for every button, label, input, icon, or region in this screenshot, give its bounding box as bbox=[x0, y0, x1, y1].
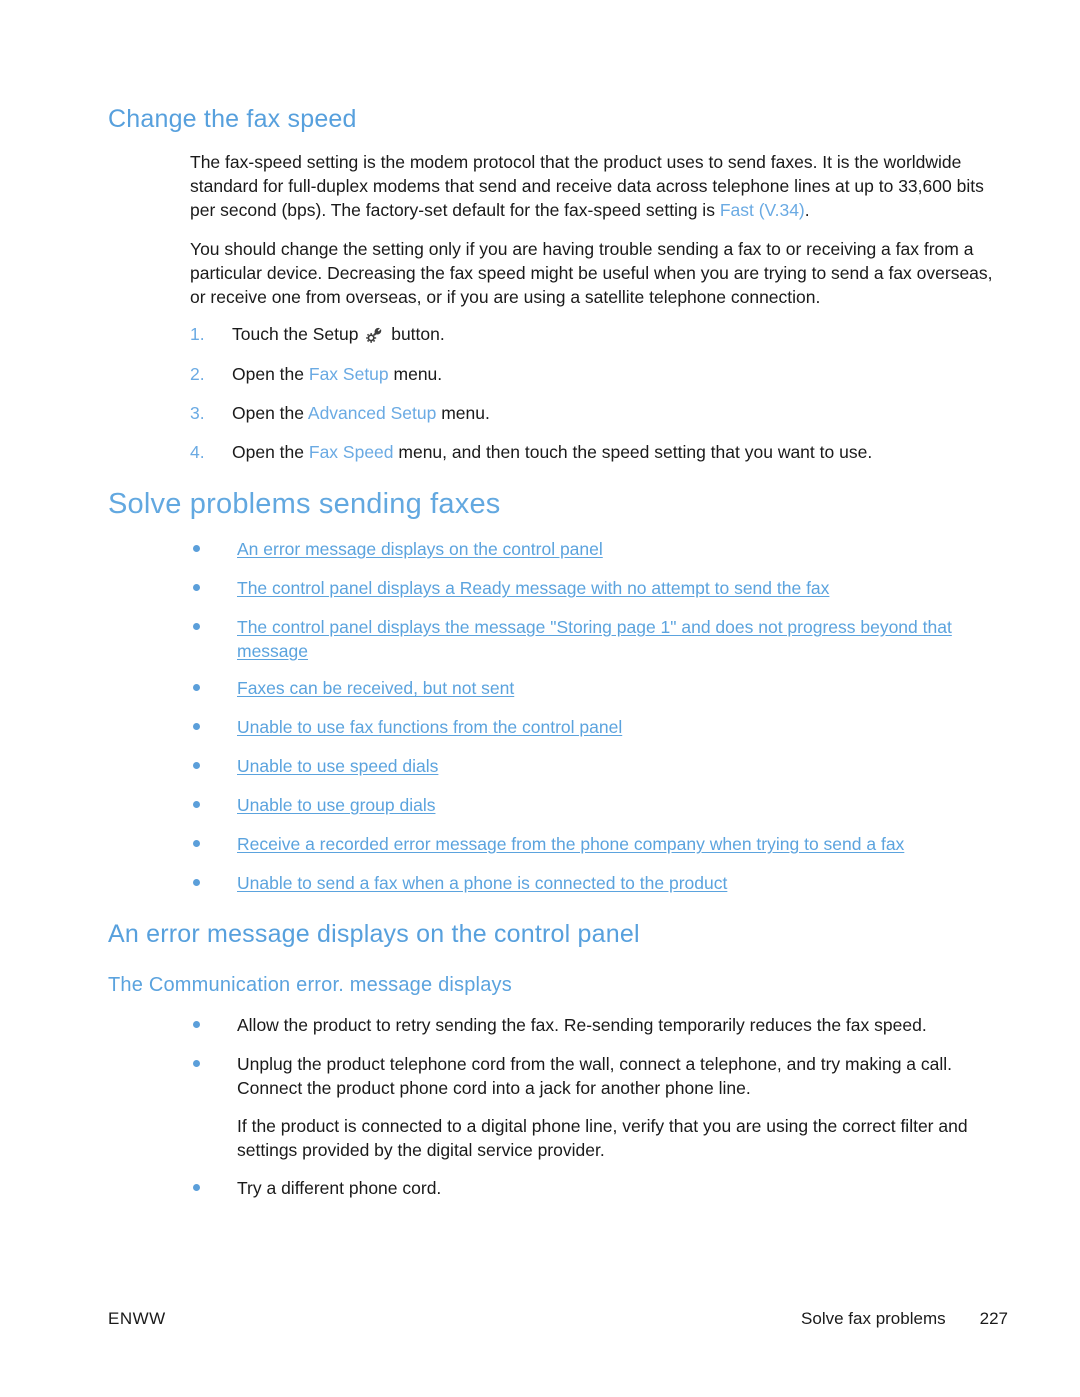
step-number-1: 1. bbox=[190, 324, 205, 344]
subsubsection-heading-communication-error: The Communication error. message display… bbox=[108, 974, 512, 996]
step-2-text-before: Open the bbox=[232, 364, 309, 384]
bullet-dot-icon bbox=[193, 545, 200, 552]
setup-wrench-gear-icon bbox=[365, 326, 384, 344]
toc-list-item[interactable]: Unable to send a fax when a phone is con… bbox=[190, 871, 980, 895]
bullet-dot-icon bbox=[193, 1021, 200, 1028]
step-number-4: 4. bbox=[190, 442, 205, 462]
troubleshoot-list-item: Allow the product to retry sending the f… bbox=[190, 1013, 980, 1037]
step-4-text-after: menu, and then touch the speed setting t… bbox=[393, 442, 873, 462]
menu-name-advanced-setup: Advanced Setup bbox=[307, 403, 437, 423]
step-1-text-before: Touch the Setup bbox=[232, 324, 364, 344]
section-heading-change-fax-speed: Change the fax speed bbox=[108, 105, 357, 133]
toc-link-recorded-error-message[interactable]: Receive a recorded error message from th… bbox=[237, 834, 904, 854]
toc-list-item[interactable]: The control panel displays the message "… bbox=[190, 615, 980, 663]
intro-paragraph-1-text: The fax-speed setting is the modem proto… bbox=[190, 152, 984, 220]
page-title-solve-problems-sending-faxes: Solve problems sending faxes bbox=[108, 488, 501, 520]
step-4-text-before: Open the bbox=[232, 442, 309, 462]
bullet-dot-icon bbox=[193, 762, 200, 769]
bullet-dot-icon bbox=[193, 1184, 200, 1191]
toc-list-item[interactable]: Receive a recorded error message from th… bbox=[190, 832, 980, 856]
footer-section-label: Solve fax problems bbox=[801, 1309, 946, 1328]
intro-paragraph-2: You should change the setting only if yo… bbox=[190, 239, 993, 307]
bullet-dot-icon bbox=[193, 684, 200, 691]
toc-link-error-message-control-panel[interactable]: An error message displays on the control… bbox=[237, 539, 603, 559]
troubleshoot-bullet-unplug-cord: Unplug the product telephone cord from t… bbox=[237, 1054, 953, 1098]
intro-paragraph-1-period: . bbox=[804, 200, 810, 220]
bullet-dot-icon bbox=[193, 879, 200, 886]
toc-list-item[interactable]: Faxes can be received, but not sent bbox=[190, 676, 980, 700]
toc-link-faxes-received-not-sent[interactable]: Faxes can be received, but not sent bbox=[237, 678, 514, 698]
menu-name-fax-speed: Fax Speed bbox=[308, 442, 394, 462]
intro-paragraph-1: The fax-speed setting is the modem proto… bbox=[190, 150, 995, 222]
toc-link-unable-speed-dials[interactable]: Unable to use speed dials bbox=[237, 756, 438, 776]
bullet-dot-icon bbox=[193, 840, 200, 847]
toc-link-unable-group-dials[interactable]: Unable to use group dials bbox=[237, 795, 435, 815]
footer-right-group: Solve fax problems 227 bbox=[801, 1309, 1008, 1329]
toc-list-item[interactable]: The control panel displays a Ready messa… bbox=[190, 576, 980, 600]
bullet-dot-icon bbox=[193, 1060, 200, 1067]
troubleshoot-list-item: Unplug the product telephone cord from t… bbox=[190, 1052, 980, 1100]
bullet-dot-icon bbox=[193, 623, 200, 630]
troubleshoot-list-item: Try a different phone cord. bbox=[190, 1176, 980, 1200]
troubleshoot-bullet-different-cord: Try a different phone cord. bbox=[237, 1178, 442, 1198]
fast-v34-value: Fast (V.34) bbox=[719, 200, 805, 220]
toc-list-item[interactable]: An error message displays on the control… bbox=[190, 537, 980, 561]
toc-list-item[interactable]: Unable to use fax functions from the con… bbox=[190, 715, 980, 739]
step-3-text-after: menu. bbox=[436, 403, 490, 423]
troubleshoot-note-paragraph: If the product is connected to a digital… bbox=[190, 1114, 980, 1162]
toc-list-item[interactable]: Unable to use group dials bbox=[190, 793, 980, 817]
step-number-2: 2. bbox=[190, 364, 205, 384]
toc-link-unable-fax-functions[interactable]: Unable to use fax functions from the con… bbox=[237, 717, 622, 737]
footer-enww-label: ENWW bbox=[108, 1309, 166, 1328]
toc-link-unable-send-phone-connected[interactable]: Unable to send a fax when a phone is con… bbox=[237, 873, 727, 893]
bullet-dot-icon bbox=[193, 801, 200, 808]
step-1-text-after: button. bbox=[386, 324, 445, 344]
step-number-3: 3. bbox=[190, 403, 205, 423]
step-3-text-before: Open the bbox=[232, 403, 308, 423]
step-text-3: Open the Advanced Setup menu. bbox=[232, 401, 990, 425]
toc-list-item[interactable]: Unable to use speed dials bbox=[190, 754, 980, 778]
step-item-1: 1. Touch the Setup button. bbox=[190, 322, 990, 346]
document-page: Change the fax speed The fax-speed setti… bbox=[0, 0, 1080, 1397]
bullet-dot-icon bbox=[193, 723, 200, 730]
step-text-2: Open the Fax Setup menu. bbox=[232, 362, 990, 386]
menu-name-fax-setup: Fax Setup bbox=[308, 364, 389, 384]
step-2-text-after: menu. bbox=[388, 364, 443, 384]
footer-page-number: 227 bbox=[979, 1309, 1008, 1328]
subsection-heading-error-message-control-panel: An error message displays on the control… bbox=[108, 920, 640, 948]
step-item-4: 4. Open the Fax Speed menu, and then tou… bbox=[190, 440, 990, 464]
troubleshoot-bullet-retry-sending: Allow the product to retry sending the f… bbox=[237, 1015, 927, 1035]
bullet-dot-icon bbox=[193, 584, 200, 591]
toc-link-ready-message-no-attempt[interactable]: The control panel displays a Ready messa… bbox=[237, 578, 829, 598]
step-item-3: 3. Open the Advanced Setup menu. bbox=[190, 401, 990, 425]
step-text-4: Open the Fax Speed menu, and then touch … bbox=[232, 440, 990, 464]
step-item-2: 2. Open the Fax Setup menu. bbox=[190, 362, 990, 386]
toc-link-storing-page-1[interactable]: The control panel displays the message "… bbox=[237, 617, 952, 661]
step-text-1: Touch the Setup button. bbox=[232, 322, 990, 346]
troubleshoot-note-digital-line: If the product is connected to a digital… bbox=[237, 1116, 968, 1160]
